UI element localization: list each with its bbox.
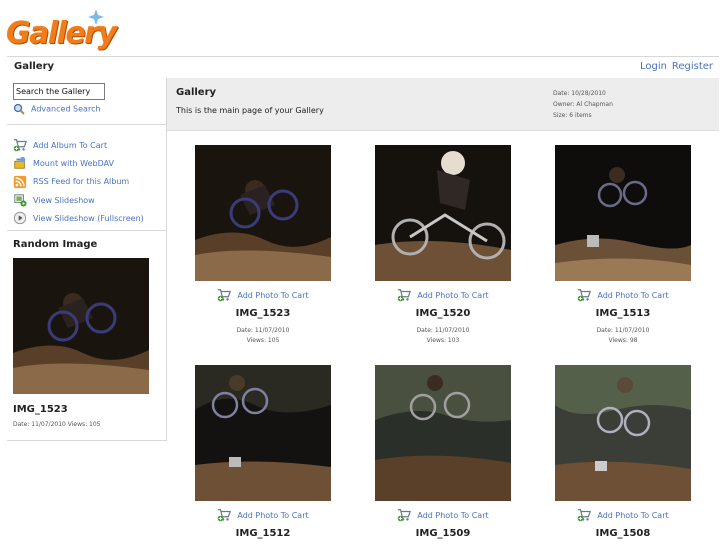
cart-add-icon [397, 288, 411, 302]
photo-thumbnail[interactable] [555, 365, 691, 501]
action-label: Mount with WebDAV [33, 158, 115, 168]
cart-add-icon [217, 288, 231, 302]
top-navigation-bar: Gallery Login Register [7, 56, 719, 79]
rss-icon [13, 175, 27, 188]
webdav-icon [14, 157, 26, 170]
photo-date: Date: 11/07/2010 [236, 327, 290, 334]
advanced-search-label: Advanced Search [31, 104, 101, 114]
photo-title[interactable]: IMG_1509 [353, 528, 533, 539]
photo-thumbnail[interactable] [195, 365, 331, 501]
add-photo-to-cart-link[interactable]: Add Photo To Cart [533, 508, 713, 522]
advanced-search-link[interactable]: Advanced Search [13, 103, 101, 115]
random-image-heading: Random Image [13, 239, 98, 250]
album-actions-list: Add Album To Cart Mount with WebDAV RSS … [13, 136, 144, 227]
cart-add-icon [577, 288, 591, 302]
view-slideshow-link[interactable]: View Slideshow [13, 191, 144, 209]
cart-add-icon [217, 508, 231, 522]
action-label: View Slideshow [33, 195, 95, 205]
slideshow-icon [14, 194, 27, 207]
sparkle-icon [88, 9, 104, 25]
cart-label: Add Photo To Cart [237, 510, 309, 520]
photo-views: Views: 98 [608, 337, 638, 344]
mount-webdav-link[interactable]: Mount with WebDAV [13, 154, 144, 172]
action-label: Add Album To Cart [33, 140, 108, 150]
album-owner: Owner: Al Chapman [553, 101, 613, 108]
photo-thumbnail[interactable] [555, 145, 691, 281]
divider [7, 230, 166, 231]
cart-label: Add Photo To Cart [597, 510, 669, 520]
random-image-title: IMG_1523 [13, 404, 68, 415]
register-link[interactable]: Register [672, 61, 713, 72]
add-photo-to-cart-link[interactable]: Add Photo To Cart [353, 508, 533, 522]
add-photo-to-cart-link[interactable]: Add Photo To Cart [173, 508, 353, 522]
add-photo-to-cart-link[interactable]: Add Photo To Cart [533, 288, 713, 302]
cart-label: Add Photo To Cart [237, 290, 309, 300]
random-image-meta: Date: 11/07/2010 Views: 105 [13, 421, 101, 428]
photo-title[interactable]: IMG_1520 [353, 308, 533, 319]
photo-title[interactable]: IMG_1508 [533, 528, 713, 539]
photo-views: Views: 103 [426, 337, 460, 344]
photo-title[interactable]: IMG_1512 [173, 528, 353, 539]
cart-label: Add Photo To Cart [597, 290, 669, 300]
random-image-thumbnail[interactable] [13, 258, 149, 394]
album-title: Gallery [176, 87, 217, 98]
photo-title[interactable]: IMG_1523 [173, 308, 353, 319]
action-label: View Slideshow (Fullscreen) [33, 213, 144, 223]
album-info: Date: 10/28/2010 Owner: Al Chapman Size:… [553, 88, 613, 121]
photo-thumbnail[interactable] [195, 145, 331, 281]
magnifier-icon [13, 103, 25, 115]
cart-add-icon [397, 508, 411, 522]
album-header: Gallery This is the main page of your Ga… [167, 78, 719, 131]
login-link[interactable]: Login [640, 61, 667, 72]
photo-date: Date: 11/07/2010 [416, 327, 470, 334]
gallery-logo[interactable]: Gallery [6, 8, 117, 54]
photo-thumbnail[interactable] [375, 145, 511, 281]
album-description: This is the main page of your Gallery [176, 106, 324, 115]
photo-views: Views: 105 [246, 337, 280, 344]
search-input[interactable]: Search the Gallery [13, 83, 105, 100]
play-icon [13, 212, 27, 225]
cart-label: Add Photo To Cart [417, 510, 489, 520]
add-photo-to-cart-link[interactable]: Add Photo To Cart [173, 288, 353, 302]
cart-add-icon [577, 508, 591, 522]
action-label: RSS Feed for this Album [33, 177, 130, 187]
photo-date: Date: 11/07/2010 [596, 327, 650, 334]
add-photo-to-cart-link[interactable]: Add Photo To Cart [353, 288, 533, 302]
rss-feed-link[interactable]: RSS Feed for this Album [13, 173, 144, 191]
photo-title[interactable]: IMG_1513 [533, 308, 713, 319]
divider [7, 124, 166, 125]
cart-label: Add Photo To Cart [417, 290, 489, 300]
view-slideshow-fullscreen-link[interactable]: View Slideshow (Fullscreen) [13, 209, 144, 227]
album-size: Size: 6 items [553, 112, 592, 119]
sidebar: Search the Gallery Advanced Search Add A… [7, 78, 167, 441]
cart-add-icon [13, 138, 27, 152]
breadcrumb-title: Gallery [14, 61, 55, 72]
album-date: Date: 10/28/2010 [553, 90, 606, 97]
add-album-to-cart-link[interactable]: Add Album To Cart [13, 136, 144, 154]
photo-thumbnail[interactable] [375, 365, 511, 501]
